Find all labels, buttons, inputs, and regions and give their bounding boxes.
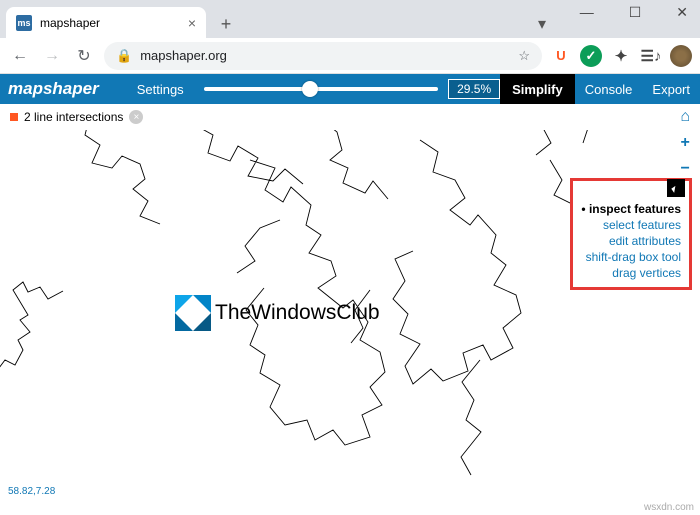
tab-menu-icon[interactable]: ▾ — [534, 10, 550, 38]
app-toolbar: mapshaper Settings 29.5% Simplify Consol… — [0, 74, 700, 104]
close-tab-icon[interactable]: × — [188, 15, 196, 31]
lock-icon: 🔒 — [116, 48, 132, 64]
intersections-label: 2 line intersections — [24, 110, 123, 124]
settings-button[interactable]: Settings — [127, 74, 194, 104]
status-row: 2 line intersections × — [0, 104, 700, 130]
browser-tab-active[interactable]: ms mapshaper × — [6, 7, 206, 38]
simplify-button[interactable]: Simplify — [500, 74, 575, 104]
forward-button: → — [40, 47, 64, 65]
drag-vertices-item[interactable]: drag vertices — [581, 265, 681, 281]
image-credit: wsxdn.com — [644, 502, 694, 513]
watermark-logo: TheWindowsClub — [175, 295, 380, 331]
slider-thumb[interactable] — [302, 81, 318, 97]
extensions-icon[interactable]: ✦ — [610, 45, 632, 67]
home-icon[interactable]: ⌂ — [680, 108, 690, 126]
dismiss-button[interactable]: × — [129, 110, 143, 124]
close-window-button[interactable]: ✕ — [676, 4, 688, 20]
bookmark-star-icon[interactable]: ☆ — [518, 48, 530, 64]
side-tools: ⌂ + − — [680, 108, 690, 178]
select-features-item[interactable]: select features — [581, 217, 681, 233]
box-tool-item[interactable]: shift-drag box tool — [581, 249, 681, 265]
zoom-out-icon[interactable]: − — [680, 160, 689, 178]
minimize-button[interactable]: — — [580, 4, 594, 20]
window-controls: — ☐ ✕ — [580, 0, 700, 20]
favicon-icon: ms — [16, 15, 32, 31]
url-input[interactable]: 🔒 mapshaper.org ☆ — [104, 42, 542, 70]
zoom-in-icon[interactable]: + — [680, 134, 689, 152]
cursor-tool-menu: inspect features select features edit at… — [570, 178, 692, 290]
cursor-icon[interactable] — [667, 179, 685, 197]
extension-grammarly-icon[interactable]: ✓ — [580, 45, 602, 67]
url-text: mapshaper.org — [140, 48, 227, 63]
slider-track[interactable] — [204, 87, 438, 91]
console-button[interactable]: Console — [575, 74, 643, 104]
warning-marker-icon — [10, 113, 18, 121]
export-button[interactable]: Export — [642, 74, 700, 104]
coordinates-display: 58.82,7.28 — [8, 486, 55, 497]
app-logo: mapshaper — [8, 79, 99, 99]
reload-button[interactable]: ↻ — [72, 46, 96, 66]
simplify-slider[interactable] — [194, 87, 448, 91]
maximize-button[interactable]: ☐ — [629, 4, 642, 20]
edit-attributes-item[interactable]: edit attributes — [581, 233, 681, 249]
tab-title: mapshaper — [40, 16, 100, 30]
back-button[interactable]: ← — [8, 47, 32, 65]
percent-display[interactable]: 29.5% — [448, 79, 500, 99]
flag-icon — [175, 295, 211, 331]
watermark-text: TheWindowsClub — [215, 301, 380, 325]
address-bar: ← → ↻ 🔒 mapshaper.org ☆ U ✓ ✦ ☰♪ — [0, 38, 700, 74]
reading-list-icon[interactable]: ☰♪ — [640, 45, 662, 67]
profile-avatar[interactable] — [670, 45, 692, 67]
extension-ublock-icon[interactable]: U — [550, 45, 572, 67]
inspect-features-item[interactable]: inspect features — [581, 201, 681, 217]
new-tab-button[interactable]: + — [212, 10, 240, 38]
